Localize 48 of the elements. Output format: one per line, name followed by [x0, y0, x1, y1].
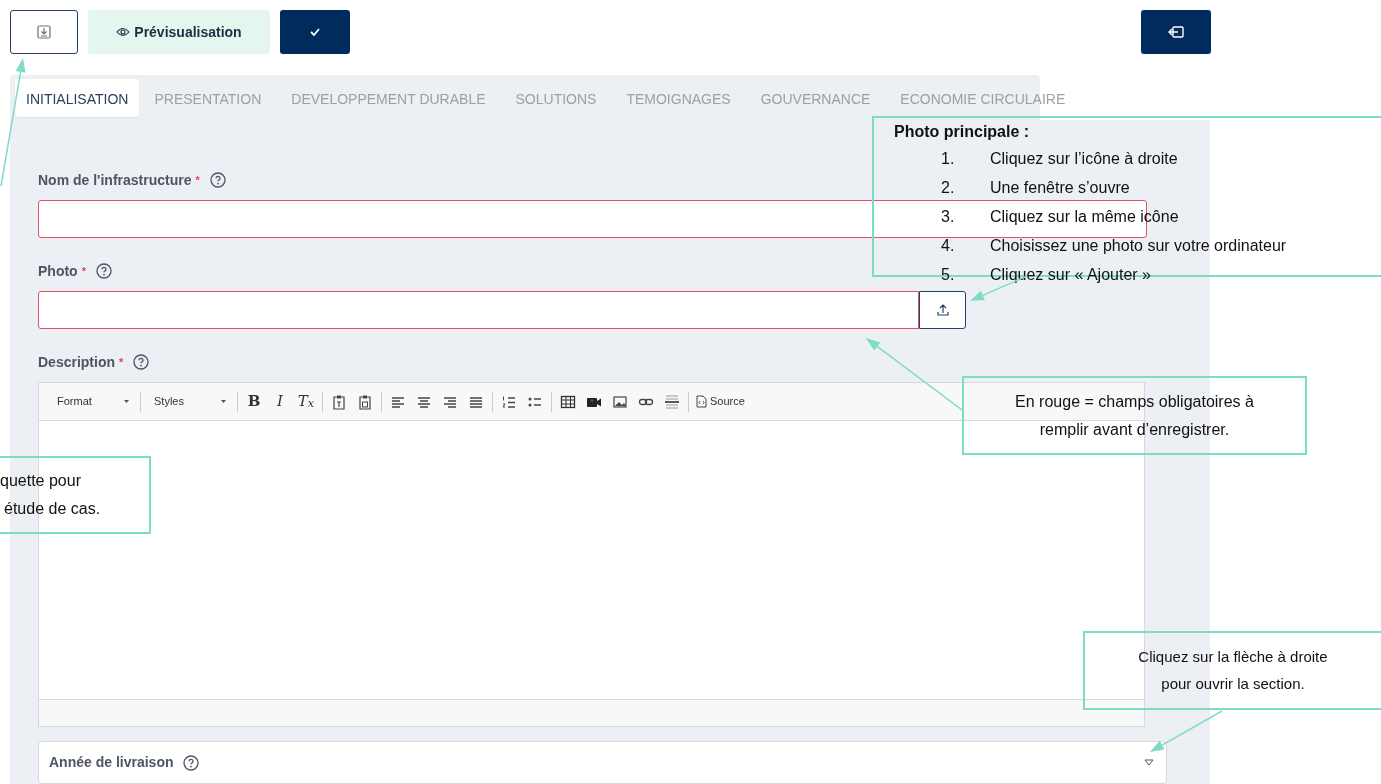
field-label: Photo	[38, 261, 78, 281]
image-icon	[612, 393, 628, 410]
tab[interactable]: INITIALISATION	[15, 78, 140, 117]
step-number: 5.	[941, 264, 956, 285]
caret-icon	[124, 400, 129, 403]
document-icon	[696, 395, 707, 408]
exit-icon	[1168, 26, 1184, 38]
step-text: Cliquez sur « Ajouter »	[990, 264, 1151, 285]
field-label: Description	[38, 352, 115, 372]
bold-button[interactable]: B	[241, 389, 267, 414]
upload-button[interactable]	[919, 291, 966, 329]
help-icon	[133, 354, 150, 370]
clipboard-icon	[357, 393, 373, 410]
horizontal-rule-icon	[664, 393, 680, 410]
download-icon	[37, 25, 51, 39]
dropdown[interactable]: Styles	[144, 389, 234, 414]
step-text: Une fenêtre s’ouvre	[990, 177, 1130, 198]
required-asterisk: *	[81, 263, 86, 279]
remove-format-button[interactable]: T$_{x}$	[293, 389, 319, 414]
accordion-label: Année de livraison	[49, 753, 174, 772]
help-icon	[209, 172, 226, 188]
preview-button[interactable]: Prévisualisation	[88, 10, 270, 54]
step-text: Choisissez une photo sur votre ordinateur	[990, 235, 1287, 256]
step-number: 4.	[941, 235, 956, 256]
dropdown[interactable]: Format	[47, 389, 137, 414]
step-number: 3.	[941, 206, 956, 227]
italic-button[interactable]: I	[267, 389, 293, 414]
help-icon	[183, 754, 200, 771]
required-asterisk: *	[119, 354, 124, 370]
eye-icon	[116, 27, 131, 37]
step-number: 1.	[941, 148, 956, 169]
required-asterisk: *	[195, 172, 200, 188]
help-icon	[95, 263, 112, 279]
step-number: 2.	[941, 177, 956, 198]
step-text: Cliquez sur l’icône à droite	[990, 148, 1178, 169]
callout-title: Photo principale :	[894, 122, 1030, 142]
accordion-header[interactable]: Année de livraison	[38, 741, 1167, 784]
upload-icon	[935, 303, 950, 317]
check-icon	[310, 28, 320, 36]
logout-button[interactable]	[1141, 10, 1211, 54]
source-button[interactable]: Source	[692, 389, 749, 414]
table-icon	[560, 393, 576, 410]
field-label: Nom de l'infrastructure	[38, 170, 192, 190]
caret-icon	[221, 400, 226, 403]
export-button[interactable]	[10, 10, 78, 54]
clipboard-icon	[331, 393, 347, 410]
file-input[interactable]	[38, 291, 919, 329]
callout-text: pour ouvrir la section.	[1161, 673, 1305, 694]
